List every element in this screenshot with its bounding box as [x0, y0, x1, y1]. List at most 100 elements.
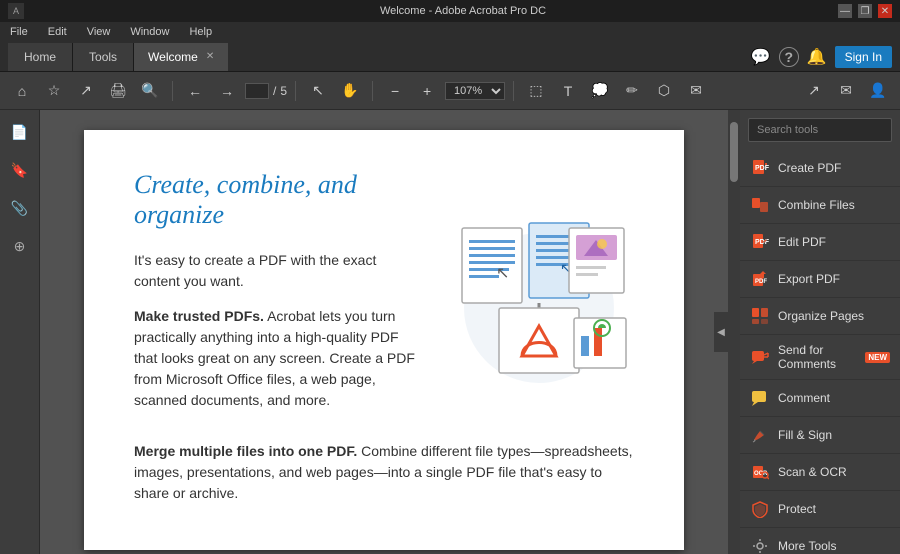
comment-label: Comment	[778, 391, 830, 405]
home-button[interactable]: ⌂	[8, 77, 36, 105]
pdf-illustration: ↖ ↖	[444, 170, 634, 425]
tool-item-export-pdf[interactable]: PDF Export PDF	[740, 261, 900, 298]
pdf-section-top: Create, combine, and organize It's easy …	[134, 170, 634, 425]
action-bar: ⌂ ☆ ↗ 🖨 🔍 ← → 3 / 5 ↖ ✋ − + 107% 100% 75…	[0, 72, 900, 110]
share-button-right[interactable]: ↗	[800, 77, 828, 105]
window-title: Welcome - Adobe Acrobat Pro DC	[88, 5, 838, 17]
print-button[interactable]: 🖨	[104, 77, 132, 105]
pdf-text-left: Create, combine, and organize It's easy …	[134, 170, 424, 425]
comment-tool-button[interactable]: 💭	[586, 77, 614, 105]
doc-scrollbar[interactable]	[728, 110, 740, 554]
tab-home[interactable]: Home	[8, 43, 73, 71]
menu-edit[interactable]: Edit	[44, 26, 71, 38]
tab-close-icon[interactable]: ✕	[206, 51, 214, 62]
main-layout: 📄 🔖 📎 ⊕ Create, combine, and organize It…	[0, 110, 900, 554]
pdf-title: Create, combine, and organize	[134, 170, 424, 230]
close-button[interactable]: ✕	[878, 4, 892, 18]
tool-item-combine-files[interactable]: Combine Files	[740, 187, 900, 224]
help-icon[interactable]: ?	[779, 47, 799, 67]
star-button[interactable]: ☆	[40, 77, 68, 105]
pdf-body1: Make trusted PDFs. Acrobat lets you turn…	[134, 306, 424, 411]
restore-button[interactable]: ❐	[858, 4, 872, 18]
sidebar-attachment-icon[interactable]: 📎	[6, 194, 34, 222]
edit-pdf-icon: PDF	[750, 232, 770, 252]
page-separator: /	[273, 84, 276, 98]
tab-welcome[interactable]: Welcome ✕	[134, 43, 228, 71]
menu-bar: File Edit View Window Help	[0, 22, 900, 42]
send-comments-icon	[750, 347, 770, 367]
hand-tool-button[interactable]: ✋	[336, 77, 364, 105]
edit-pdf-label: Edit PDF	[778, 235, 826, 249]
share-icon[interactable]: ↗	[72, 77, 100, 105]
page-input[interactable]: 3	[245, 83, 269, 99]
svg-text:PDF: PDF	[755, 165, 769, 172]
person-button[interactable]: 👤	[864, 77, 892, 105]
pdf-intro-text: It's easy to create a PDF with the exact…	[134, 250, 424, 292]
signin-area: 💬 ? 🔔 Sign In	[751, 46, 892, 68]
separator-4	[513, 81, 514, 101]
tool-item-comment[interactable]: Comment	[740, 380, 900, 417]
export-pdf-label: Export PDF	[778, 272, 840, 286]
tool-item-edit-pdf[interactable]: PDF Edit PDF	[740, 224, 900, 261]
pdf-body1-bold: Make trusted PDFs.	[134, 308, 264, 324]
send-comments-badge: NEW	[865, 352, 890, 363]
sidebar-pages-icon[interactable]: 📄	[6, 118, 34, 146]
highlight-tool-button[interactable]: ✏	[618, 77, 646, 105]
signin-button[interactable]: Sign In	[835, 46, 892, 68]
menu-file[interactable]: File	[6, 26, 32, 38]
menu-window[interactable]: Window	[126, 26, 173, 38]
left-sidebar: 📄 🔖 📎 ⊕	[0, 110, 40, 554]
pdf-body2-bold: Merge multiple files into one PDF.	[134, 443, 357, 459]
tab-bar: Home Tools Welcome ✕ 💬 ? 🔔 Sign In	[0, 42, 900, 72]
menu-view[interactable]: View	[83, 26, 115, 38]
tab-tools[interactable]: Tools	[73, 43, 134, 71]
text-select-button[interactable]: T	[554, 77, 582, 105]
doc-scrollbar-thumb[interactable]	[730, 122, 738, 182]
sidebar-layers-icon[interactable]: ⊕	[6, 232, 34, 260]
marquee-tool-button[interactable]: ⬚	[522, 77, 550, 105]
pdf-intro: It's easy to create a PDF with the exact…	[134, 250, 424, 411]
fill-sign-icon	[750, 425, 770, 445]
tool-item-fill-sign[interactable]: Fill & Sign	[740, 417, 900, 454]
menu-help[interactable]: Help	[185, 26, 216, 38]
svg-text:PDF: PDF	[755, 279, 767, 285]
zoom-select[interactable]: 107% 100% 75% 125% 150%	[445, 82, 505, 100]
separator-2	[295, 81, 296, 101]
right-tools-panel: PDF Create PDF Combine Files PDF Edit PD…	[740, 110, 900, 554]
organize-pages-label: Organize Pages	[778, 309, 864, 323]
more-tools-icon	[750, 536, 770, 554]
combine-files-icon	[750, 195, 770, 215]
protect-label: Protect	[778, 502, 816, 516]
separator-1	[172, 81, 173, 101]
tool-item-send-comments[interactable]: Send for Comments NEW	[740, 335, 900, 380]
page-nav: 3 / 5	[245, 83, 287, 99]
zoom-in-button[interactable]: +	[413, 77, 441, 105]
chat-icon[interactable]: 💬	[751, 47, 771, 67]
bell-icon[interactable]: 🔔	[807, 47, 827, 67]
next-page-button[interactable]: →	[213, 77, 241, 105]
export-pdf-icon: PDF	[750, 269, 770, 289]
tool-item-create-pdf[interactable]: PDF Create PDF	[740, 150, 900, 187]
tool-item-scan-ocr[interactable]: OCR Scan & OCR	[740, 454, 900, 491]
tool-item-protect[interactable]: Protect	[740, 491, 900, 528]
more-tools-label: More Tools	[778, 539, 836, 553]
sidebar-bookmark-icon[interactable]: 🔖	[6, 156, 34, 184]
tool-item-more-tools[interactable]: More Tools	[740, 528, 900, 554]
cursor-tool-button[interactable]: ↖	[304, 77, 332, 105]
minimize-button[interactable]: —	[838, 4, 852, 18]
message-button[interactable]: ✉	[832, 77, 860, 105]
pdf-illustration-svg: ↖ ↖	[444, 208, 634, 388]
organize-pages-icon	[750, 306, 770, 326]
tools-search-input[interactable]	[748, 118, 892, 142]
draw-tool-button[interactable]: ⬡	[650, 77, 678, 105]
pdf-body-bottom: Merge multiple files into one PDF. Combi…	[134, 441, 634, 504]
collapse-panel-toggle[interactable]: ◀	[714, 312, 728, 352]
tool-item-organize-pages[interactable]: Organize Pages	[740, 298, 900, 335]
scan-ocr-label: Scan & OCR	[778, 465, 847, 479]
page-total: 5	[280, 84, 287, 98]
search-button[interactable]: 🔍	[136, 77, 164, 105]
zoom-out-button[interactable]: −	[381, 77, 409, 105]
prev-page-button[interactable]: ←	[181, 77, 209, 105]
comment-icon	[750, 388, 770, 408]
stamp-tool-button[interactable]: ✉	[682, 77, 710, 105]
